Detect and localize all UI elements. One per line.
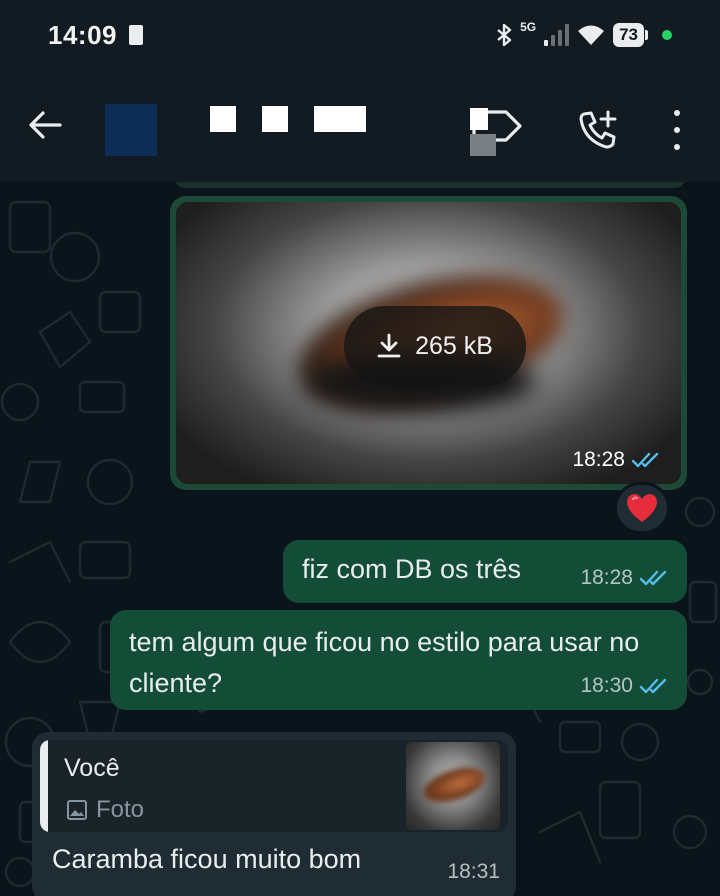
back-arrow-icon[interactable] bbox=[28, 110, 62, 140]
download-size-label: 265 kB bbox=[415, 331, 493, 360]
message-text: fiz com DB os três bbox=[302, 554, 522, 584]
status-left: 14:09 bbox=[48, 20, 143, 51]
download-button[interactable]: 265 kB bbox=[344, 306, 526, 386]
more-options-icon[interactable] bbox=[670, 110, 684, 150]
message-list: 265 kB 18:28 fiz com DB os três 18:28 te… bbox=[0, 182, 720, 896]
incoming-reply-message[interactable]: Você Foto Caramba ficou muito bom 18:31 bbox=[32, 732, 516, 896]
bluetooth-icon bbox=[497, 23, 512, 47]
message-meta: 18:28 bbox=[580, 566, 669, 590]
message-time: 18:28 bbox=[572, 448, 625, 471]
quote-type: Foto bbox=[66, 796, 144, 824]
add-call-icon[interactable] bbox=[578, 110, 618, 150]
network-type-label: 5G bbox=[520, 20, 537, 34]
message-text: Caramba ficou muito bom bbox=[52, 844, 362, 874]
status-right: 5G 73 bbox=[496, 20, 672, 47]
image-message-bubble[interactable]: 265 kB 18:28 bbox=[170, 196, 687, 490]
outgoing-message[interactable]: tem algum que ficou no estilo para usar … bbox=[110, 610, 687, 710]
label-tag-icon[interactable] bbox=[470, 108, 524, 158]
double-check-read-icon bbox=[631, 452, 659, 468]
quote-accent-bar bbox=[40, 740, 48, 832]
double-check-read-icon bbox=[639, 678, 667, 694]
message-time: 18:28 bbox=[580, 566, 633, 589]
photo-icon bbox=[67, 800, 87, 820]
contact-avatar[interactable] bbox=[105, 104, 157, 156]
whatsapp-chat-screen: 14:09 5G 73 265 kB 18:28 fiz com DB os t… bbox=[0, 0, 720, 896]
message-time: 18:30 bbox=[580, 674, 633, 697]
privacy-indicator-dot bbox=[662, 30, 672, 40]
image-preview[interactable]: 265 kB 18:28 bbox=[176, 202, 681, 484]
download-icon bbox=[377, 333, 401, 358]
sim-card-icon bbox=[129, 25, 143, 45]
image-message-meta: 18:28 bbox=[572, 448, 661, 472]
quote-author: Você bbox=[64, 754, 120, 782]
previous-message-edge bbox=[175, 182, 685, 188]
quote-thumbnail bbox=[406, 742, 500, 830]
chat-header bbox=[0, 70, 720, 182]
wifi-icon bbox=[578, 25, 605, 45]
reaction-badge[interactable] bbox=[614, 482, 670, 534]
heart-reaction-icon bbox=[627, 494, 657, 522]
message-text: tem algum que ficou no estilo para usar … bbox=[129, 627, 640, 698]
double-check-read-icon bbox=[639, 570, 667, 586]
status-bar: 14:09 5G 73 bbox=[0, 0, 720, 70]
outgoing-message[interactable]: fiz com DB os três 18:28 bbox=[283, 540, 687, 603]
signal-strength-icon bbox=[544, 24, 570, 46]
message-time: 18:31 bbox=[447, 860, 500, 883]
message-meta: 18:30 bbox=[580, 674, 669, 698]
status-time: 14:09 bbox=[48, 19, 117, 50]
quote-type-label: Foto bbox=[96, 796, 145, 823]
quoted-message[interactable]: Você Foto bbox=[40, 740, 508, 832]
battery-indicator: 73 bbox=[613, 23, 648, 47]
